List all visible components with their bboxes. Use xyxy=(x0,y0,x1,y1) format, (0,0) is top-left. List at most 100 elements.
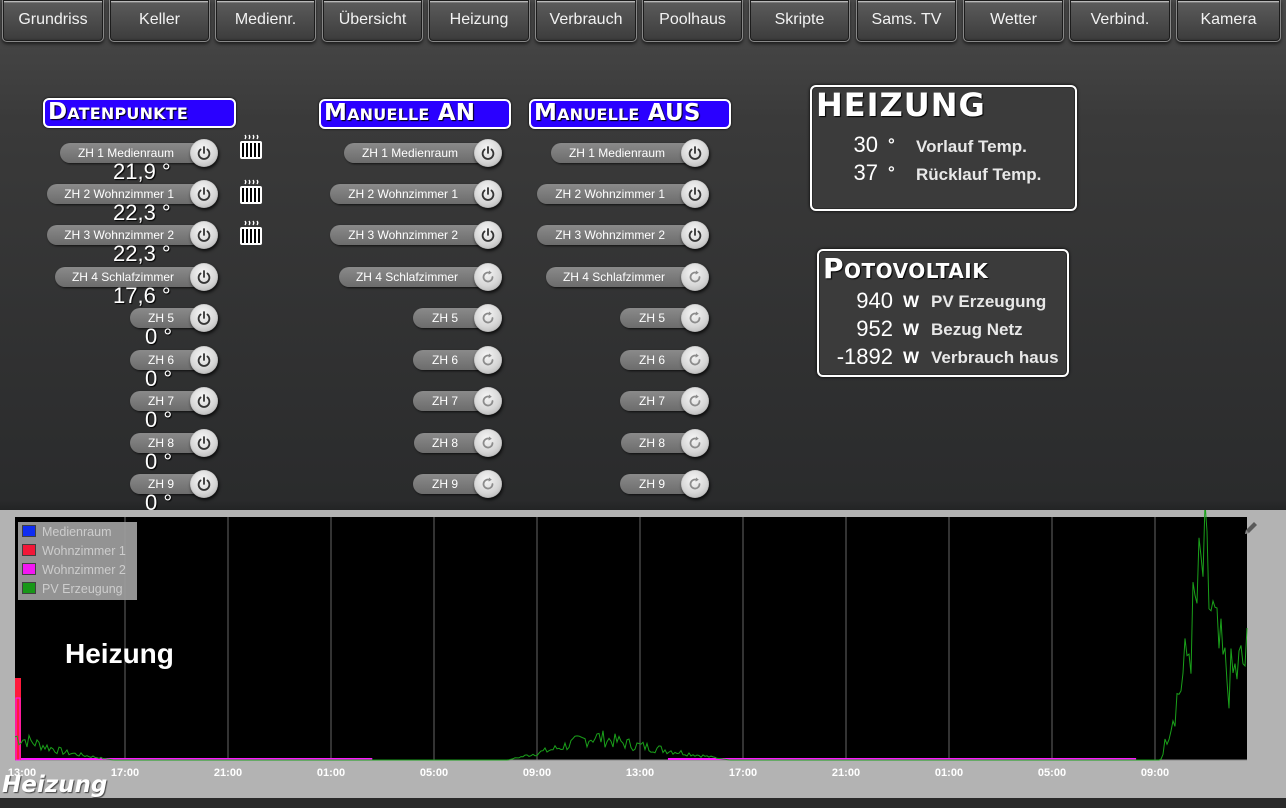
datenpunkte-temp-value-7: 0 ° xyxy=(145,407,173,432)
nav-button-skripte[interactable]: Skripte xyxy=(749,0,850,42)
ruecklauf-label: Rücklauf Temp. xyxy=(916,165,1042,184)
manuelle-aus-switch-label-3: ZH 3 Wohnzimmer 2 xyxy=(537,225,699,245)
manuelle-an-toggle-button-1[interactable] xyxy=(474,139,502,167)
power-icon xyxy=(197,353,211,367)
chart-legend: Medienraum Wohnzimmer 1 Wohnzimmer 2 PV … xyxy=(18,522,137,600)
datenpunkte-temp-value-2: 22,3 ° xyxy=(113,200,171,225)
legend-label-wohnzimmer-1: Wohnzimmer 1 xyxy=(42,544,126,558)
datenpunkte-toggle-button-7[interactable] xyxy=(190,387,218,415)
legend-label-pv-erzeugung: PV Erzeugung xyxy=(42,582,123,596)
chart-x-tick-label: 09:00 xyxy=(523,767,551,779)
manuelle-aus-toggle-button-4[interactable] xyxy=(681,263,709,291)
power-icon xyxy=(197,187,211,201)
chart-x-tick-label: 21:00 xyxy=(832,767,860,779)
legend-item-wohnzimmer-1[interactable]: Wohnzimmer 1 xyxy=(22,542,126,561)
manuelle-an-toggle-button-3[interactable] xyxy=(474,221,502,249)
manuelle-aus-heading: Manuelle AUS xyxy=(529,99,731,129)
manuelle-an-toggle-button-4[interactable] xyxy=(474,263,502,291)
manuelle-an-toggle-button-2[interactable] xyxy=(474,180,502,208)
manuelle-aus-toggle-button-6[interactable] xyxy=(681,346,709,374)
pencil-icon[interactable] xyxy=(1243,520,1259,536)
refresh-icon xyxy=(482,477,494,490)
datenpunkte-toggle-button-8[interactable] xyxy=(190,429,218,457)
datenpunkte-toggle-button-2[interactable] xyxy=(190,180,218,208)
manuelle-an-toggle-button-6[interactable] xyxy=(474,346,502,374)
verbrauch-haus-value: -1892 xyxy=(836,344,893,369)
datenpunkte-toggle-button-5[interactable] xyxy=(190,304,218,332)
datenpunkte-temp-value-1: 21,9 ° xyxy=(113,159,171,184)
power-icon xyxy=(481,187,495,201)
nav-button-sams-tv[interactable]: Sams. TV xyxy=(856,0,957,42)
power-icon xyxy=(197,436,211,450)
heizung-chart-panel: 13:00 17:00 21:00 01:00 05:00 09:00 13:00 17:00… xyxy=(0,510,1286,808)
chart-x-tick-label: 17:00 xyxy=(111,767,139,779)
power-icon xyxy=(197,477,211,491)
manuelle-an-toggle-button-9[interactable] xyxy=(474,470,502,498)
chart-plot-area xyxy=(15,517,1247,760)
manuelle-an-toggle-button-8[interactable] xyxy=(474,429,502,457)
nav-button-poolhaus[interactable]: Poolhaus xyxy=(642,0,743,42)
verbrauch-haus-unit: W xyxy=(903,348,920,367)
heizung-info-box: HEIZUNG 30 ° Vorlauf Temp. 37 ° Rücklauf… xyxy=(810,85,1077,211)
datenpunkte-temp-value-4: 17,6 ° xyxy=(113,283,171,308)
nav-button-kamera[interactable]: Kamera xyxy=(1176,0,1281,42)
heizung-chart[interactable]: 13:00 17:00 21:00 01:00 05:00 09:00 13:00 17:00… xyxy=(0,510,1286,808)
legend-item-wohnzimmer-2[interactable]: Wohnzimmer 2 xyxy=(22,561,126,580)
datenpunkte-heading: Datenpunkte xyxy=(43,98,236,128)
legend-item-medienraum[interactable]: Medienraum xyxy=(22,523,111,542)
manuelle-aus-toggle-button-5[interactable] xyxy=(681,304,709,332)
manuelle-an-toggle-button-5[interactable] xyxy=(474,304,502,332)
nav-button-verbrauch[interactable]: Verbrauch xyxy=(535,0,637,42)
manuelle-aus-toggle-button-3[interactable] xyxy=(681,221,709,249)
nav-button-heizung[interactable]: Heizung xyxy=(428,0,530,42)
legend-item-pv-erzeugung[interactable]: PV Erzeugung xyxy=(22,580,123,599)
datenpunkte-temp-value-8: 0 ° xyxy=(145,449,173,474)
vorlauf-value: 30 xyxy=(853,132,878,157)
power-icon xyxy=(688,146,702,160)
nav-button-wetter[interactable]: Wetter xyxy=(963,0,1064,42)
nav-button-medienr[interactable]: Medienr. xyxy=(215,0,316,42)
power-icon xyxy=(197,394,211,408)
vorlauf-unit: ° xyxy=(888,135,895,154)
legend-swatch-pv-erzeugung xyxy=(22,582,36,594)
nav-button-verbind[interactable]: Verbind. xyxy=(1069,0,1171,42)
nav-button-grundriss[interactable]: Grundriss xyxy=(2,0,104,42)
power-icon xyxy=(688,187,702,201)
nav-button-übersicht[interactable]: Übersicht xyxy=(322,0,423,42)
manuelle-aus-toggle-button-2[interactable] xyxy=(681,180,709,208)
manuelle-an-switch-label-1: ZH 1 Medienraum xyxy=(344,143,492,163)
datenpunkte-toggle-button-4[interactable] xyxy=(190,263,218,291)
pv-erzeugung-unit: W xyxy=(903,292,920,311)
ruecklauf-value: 37 xyxy=(853,160,878,185)
datenpunkte-toggle-button-3[interactable] xyxy=(190,221,218,249)
nav-button-keller[interactable]: Keller xyxy=(109,0,210,42)
manuelle-aus-toggle-button-8[interactable] xyxy=(681,429,709,457)
chart-x-tick-label: 05:00 xyxy=(1038,767,1066,779)
chart-heading: Heizung xyxy=(65,638,174,669)
radiator-icon xyxy=(238,179,264,205)
refresh-icon xyxy=(689,353,701,366)
manuelle-aus-toggle-button-7[interactable] xyxy=(681,387,709,415)
datenpunkte-toggle-button-1[interactable] xyxy=(190,139,218,167)
vorlauf-label: Vorlauf Temp. xyxy=(916,137,1027,156)
legend-swatch-wohnzimmer-2 xyxy=(22,563,36,575)
refresh-icon xyxy=(482,436,494,449)
legend-swatch-wohnzimmer-1 xyxy=(22,544,36,556)
refresh-icon xyxy=(482,270,494,283)
manuelle-an-toggle-button-7[interactable] xyxy=(474,387,502,415)
power-icon xyxy=(688,228,702,242)
manuelle-aus-toggle-button-9[interactable] xyxy=(681,470,709,498)
power-icon xyxy=(197,270,211,284)
chart-x-tick-label: 01:00 xyxy=(317,767,345,779)
datenpunkte-toggle-button-9[interactable] xyxy=(190,470,218,498)
legend-label-wohnzimmer-2: Wohnzimmer 2 xyxy=(42,563,126,577)
heizung-box-title: HEIZUNG xyxy=(816,86,986,124)
power-icon xyxy=(481,146,495,160)
refresh-icon xyxy=(689,270,701,283)
manuelle-aus-toggle-button-1[interactable] xyxy=(681,139,709,167)
radiator-icon xyxy=(238,220,264,246)
manuelle-aus-switch-label-1: ZH 1 Medienraum xyxy=(551,143,699,163)
power-icon xyxy=(197,311,211,325)
bottom-strip xyxy=(0,798,1286,808)
datenpunkte-toggle-button-6[interactable] xyxy=(190,346,218,374)
